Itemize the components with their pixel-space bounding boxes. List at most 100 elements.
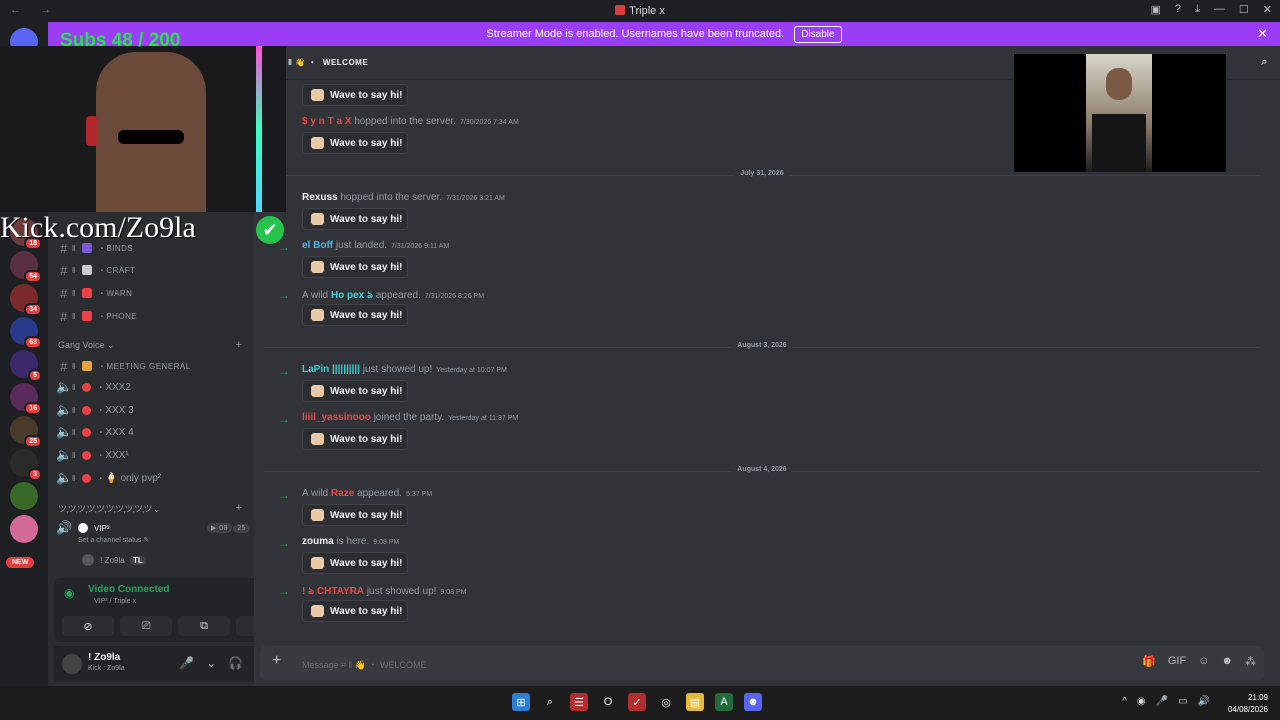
gif-icon[interactable]: GIF	[1168, 655, 1186, 668]
window-control-5[interactable]: ✕	[1263, 3, 1272, 16]
folder-icon[interactable]: ▤	[686, 693, 704, 711]
wave-button[interactable]: Wave to say hi!	[302, 600, 408, 622]
disable-button[interactable]: Disable	[794, 25, 842, 43]
camera-off-button[interactable]: ⊘	[62, 616, 114, 636]
server-icon[interactable]	[10, 482, 38, 510]
network-icon[interactable]: ◉	[1137, 696, 1146, 707]
add-attachment-icon[interactable]: +	[272, 652, 281, 670]
wave-button[interactable]: Wave to say hi!	[302, 428, 408, 450]
voice-channel-path[interactable]: VIP³ / Triple x	[94, 598, 136, 605]
text-channel[interactable]: # ‖ ・ WARN	[56, 283, 246, 303]
server-icon[interactable]: 63	[10, 317, 42, 349]
wave-button[interactable]: Wave to say hi!	[302, 304, 408, 326]
window-control-3[interactable]: —	[1214, 3, 1225, 16]
message-composer[interactable]: + Message # ‖ 👋 ・ WELCOME 🎁 GIF ☺ ☻ ⁂	[260, 646, 1264, 680]
search-icon[interactable]: ⌕	[541, 693, 559, 711]
wave-button[interactable]: Wave to say hi!	[302, 504, 408, 526]
message-username[interactable]: Rexuss	[302, 192, 338, 203]
voice-channel-vip[interactable]: 🔊 VIP³ ▶ 08 25	[56, 518, 250, 538]
voice-member[interactable]: ! Zo9la TL	[82, 554, 146, 566]
server-icon[interactable]: 34	[10, 284, 42, 316]
voice-channel[interactable]: 🔈 ‖ ・ XXX¹	[56, 445, 246, 465]
gift-icon[interactable]: 🎁	[1142, 655, 1156, 668]
message-username[interactable]: liiil_yassinooo	[302, 412, 371, 423]
screen-share-button[interactable]: ⎚	[120, 616, 172, 636]
divider-icon: ‖	[72, 288, 76, 298]
join-message: → A wild Ho pex ঌ appeared. 7/31/2026 8:26…	[278, 288, 484, 305]
mic-icon[interactable]: 🎤	[179, 656, 194, 670]
message-username[interactable]: ! ঌ CHTAYRA	[302, 586, 364, 597]
message-username[interactable]: zouma	[302, 536, 334, 547]
wave-sticker-icon	[311, 213, 324, 225]
add-channel-icon[interactable]: +	[236, 339, 242, 351]
wave-button[interactable]: Wave to say hi!	[302, 132, 408, 154]
battery-icon[interactable]: ▭	[1178, 696, 1187, 707]
join-arrow-icon: →	[278, 288, 290, 302]
gang-voice-category[interactable]: Gang Voice ⌄	[58, 340, 115, 351]
discord-icon[interactable]: ☻	[744, 693, 762, 711]
message-input[interactable]: Message # ‖ 👋 ・ WELCOME	[302, 658, 426, 671]
app-icon[interactable]: ☰	[570, 693, 588, 711]
window-control-1[interactable]: ?	[1175, 3, 1181, 16]
signal-icon: ◉	[64, 586, 75, 600]
server-icon[interactable]: 3	[10, 449, 42, 481]
opera-icon[interactable]: O	[599, 693, 617, 711]
server-icon[interactable]: 16	[10, 383, 42, 415]
message-text: hopped into the server.	[337, 192, 443, 203]
message-username[interactable]: Raze	[331, 488, 354, 499]
video-popout[interactable]	[1014, 54, 1226, 172]
text-channel[interactable]: # ‖ ・ PHONE	[56, 306, 246, 326]
clock[interactable]: 21:09 04/08/2026	[1228, 692, 1268, 716]
wave-sticker-icon	[311, 509, 324, 521]
date: 04/08/2026	[1227, 705, 1268, 714]
join-arrow-icon: →	[278, 584, 290, 598]
window-control-0[interactable]: ▣	[1151, 3, 1161, 16]
close-icon[interactable]: ✕	[1257, 26, 1268, 42]
server-icon[interactable]: 25	[10, 416, 42, 448]
channel-label: PHONE	[106, 311, 138, 321]
activities-button[interactable]: ⧉	[178, 616, 230, 636]
wave-button[interactable]: Wave to say hi!	[302, 84, 408, 106]
window-control-2[interactable]: ⤓	[1195, 3, 1200, 16]
chrome-icon[interactable]: ◎	[657, 693, 675, 711]
message-username[interactable]: $ y n T a X	[302, 116, 351, 127]
volume-icon[interactable]: 🔊	[1198, 696, 1210, 707]
voice-channel[interactable]: 🔈 ‖ ・ XXX 3	[56, 400, 246, 420]
join-arrow-icon: →	[278, 240, 290, 254]
mic-icon[interactable]: 🎤	[1156, 696, 1168, 707]
voice-channel[interactable]: # ‖ ・ MEETING GENERAL	[56, 356, 246, 376]
app-icon[interactable]: ✓	[628, 693, 646, 711]
headphones-icon[interactable]: 🎧	[228, 656, 243, 670]
message-username[interactable]: Ho pex ঌ	[331, 290, 373, 301]
wave-button[interactable]: Wave to say hi!	[302, 208, 408, 230]
server-icon[interactable]	[10, 515, 38, 543]
voice-channel[interactable]: 🔈 ‖ ・ XXX 4	[56, 422, 246, 442]
text-channel[interactable]: # ‖ ・ CRAFT	[56, 260, 246, 280]
message-text: appeared.	[373, 290, 421, 301]
channel-status[interactable]: Set a channel status ✎	[78, 536, 149, 544]
mic-menu-icon[interactable]: ⌄	[206, 656, 216, 670]
wave-button[interactable]: Wave to say hi!	[302, 256, 408, 278]
apps-icon[interactable]: ⁂	[1245, 655, 1256, 668]
add-channel-icon-2[interactable]: +	[236, 502, 242, 514]
category-2[interactable]: ツ,ツ,ツ,ツ,ツ,ツ,ツ,ツ,ツ,ツ ⌄	[58, 502, 161, 515]
app-icon[interactable]: A	[715, 693, 733, 711]
speaker-icon: 🔈	[56, 379, 73, 394]
message-username[interactable]: LaPin ||||||||||	[302, 364, 360, 375]
start-icon[interactable]: ⊞	[512, 693, 530, 711]
window-control-4[interactable]: ☐	[1239, 3, 1249, 16]
voice-channel[interactable]: 🔈 ‖ ・ 🍦 only pvp²	[56, 468, 246, 488]
emoji-icon[interactable]: ☻	[1221, 655, 1233, 668]
server-icon[interactable]: 5	[10, 350, 42, 382]
voice-channel[interactable]: 🔈 ‖ ・ XXX2	[56, 377, 246, 397]
wave-button[interactable]: Wave to say hi!	[302, 552, 408, 574]
avatar[interactable]	[62, 654, 82, 674]
username[interactable]: ! Zo9la	[88, 652, 120, 663]
sticker-icon[interactable]: ☺	[1198, 655, 1209, 668]
message-timestamp: 7/31/2026 3:21 AM	[446, 195, 505, 202]
search-icon[interactable]: ⌕	[1261, 56, 1268, 69]
message-username[interactable]: el Boff	[302, 240, 333, 251]
chevron-up-icon[interactable]: ^	[1122, 696, 1127, 707]
server-icon[interactable]: 54	[10, 251, 42, 283]
wave-button[interactable]: Wave to say hi!	[302, 380, 408, 402]
